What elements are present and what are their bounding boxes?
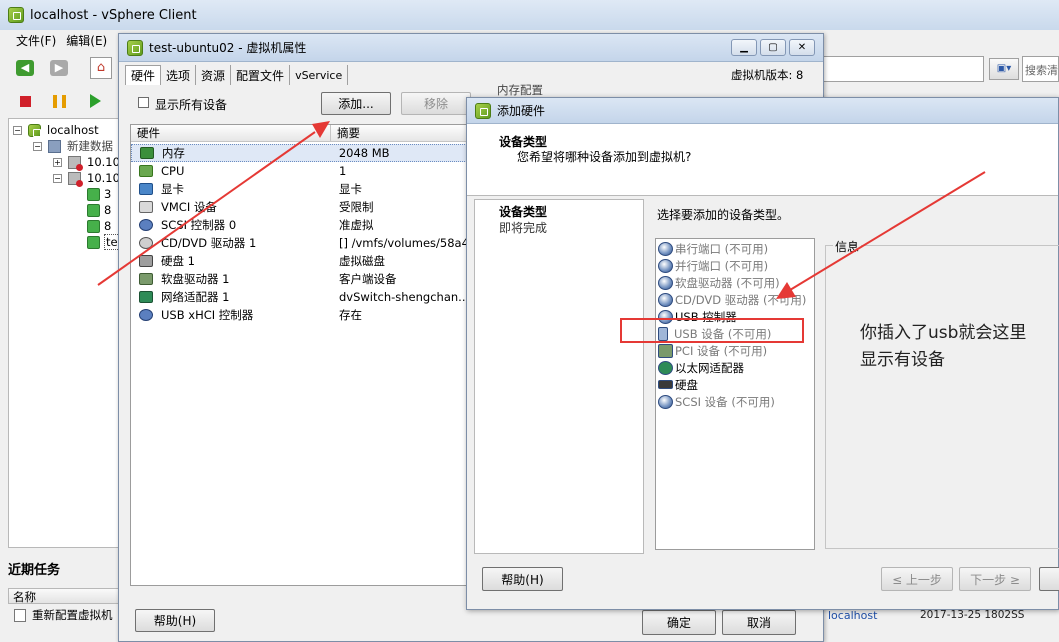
arrow-head-usb xyxy=(776,282,796,299)
arrow-line-add xyxy=(97,131,316,286)
arrow-head-add xyxy=(312,121,330,138)
arrow-line-usb xyxy=(789,171,986,291)
annotation-arrows xyxy=(97,121,986,299)
